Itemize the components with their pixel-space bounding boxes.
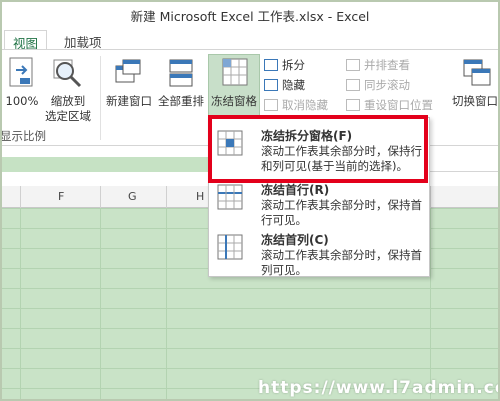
zoom-to-selection-button[interactable]: 缩放到 选定区域 bbox=[40, 94, 96, 124]
freeze-panes-icon bbox=[222, 58, 248, 86]
column-header-g[interactable]: G bbox=[128, 190, 137, 203]
freeze-top-row-icon bbox=[217, 184, 243, 210]
freeze-first-column-icon bbox=[217, 234, 243, 260]
column-divider bbox=[100, 186, 101, 208]
grid-line bbox=[430, 208, 431, 401]
group-label-zoom: 显示比例 bbox=[0, 129, 46, 143]
hide-icon bbox=[264, 79, 278, 91]
column-divider bbox=[166, 186, 167, 208]
tab-addins[interactable]: 加载项 bbox=[56, 30, 110, 50]
sync-scroll-icon bbox=[346, 79, 360, 91]
split-button[interactable]: 拆分 bbox=[264, 56, 305, 74]
menu-item-title: 冻结首行(R) bbox=[261, 183, 330, 197]
unhide-button[interactable]: 取消隐藏 bbox=[264, 96, 328, 114]
zoom-100-button[interactable]: 100% bbox=[4, 94, 40, 109]
column-divider bbox=[20, 186, 21, 208]
view-side-by-side-button[interactable]: 并排查看 bbox=[346, 56, 410, 74]
watermark: https://www.l7admin.cc bbox=[258, 378, 500, 398]
menu-item-desc: 滚动工作表其余部分时，保持首行可见。 bbox=[261, 198, 422, 227]
column-header-h[interactable]: H bbox=[196, 190, 204, 203]
ribbon-tabs: 视图 加载项 bbox=[0, 28, 500, 51]
reset-position-icon bbox=[346, 99, 360, 111]
reset-window-position-button[interactable]: 重设窗口位置 bbox=[346, 96, 433, 114]
arrange-all-button[interactable]: 全部重排 bbox=[154, 94, 208, 109]
group-separator bbox=[100, 56, 101, 140]
split-icon bbox=[264, 59, 278, 71]
title-bar: 新建 Microsoft Excel 工作表.xlsx - Excel bbox=[0, 0, 500, 28]
column-divider bbox=[430, 186, 431, 208]
menu-item-freeze-first-column[interactable]: 冻结首列(C) 滚动工作表其余部分时，保持首列可见。 bbox=[209, 226, 429, 278]
selected-row-strip bbox=[0, 157, 210, 172]
sync-scroll-button[interactable]: 同步滚动 bbox=[346, 76, 410, 94]
new-window-button[interactable]: 新建窗口 bbox=[102, 94, 156, 109]
zoom-100-icon bbox=[9, 57, 33, 87]
menu-item-title: 冻结首列(C) bbox=[261, 233, 329, 247]
window-title: 新建 Microsoft Excel 工作表.xlsx - Excel bbox=[130, 9, 370, 24]
grid-line bbox=[20, 208, 21, 401]
zoom-to-selection-icon bbox=[53, 59, 82, 88]
unhide-icon bbox=[264, 99, 278, 111]
grid-line bbox=[166, 208, 167, 401]
column-header-f[interactable]: F bbox=[58, 190, 64, 203]
switch-windows-icon bbox=[463, 59, 491, 86]
side-by-side-icon bbox=[346, 59, 360, 71]
arrange-all-icon bbox=[169, 59, 193, 87]
menu-item-freeze-top-row[interactable]: 冻结首行(R) 滚动工作表其余部分时，保持首行可见。 bbox=[209, 176, 429, 228]
hide-button[interactable]: 隐藏 bbox=[264, 76, 305, 94]
switch-windows-button[interactable]: 切换窗口 bbox=[452, 94, 500, 109]
freeze-panes-button[interactable]: 冻结窗格 bbox=[206, 94, 262, 109]
tab-view[interactable]: 视图 bbox=[4, 30, 48, 51]
new-window-icon bbox=[115, 59, 141, 83]
menu-item-desc: 滚动工作表其余部分时，保持首列可见。 bbox=[261, 248, 422, 277]
grid-line bbox=[100, 208, 101, 401]
annotation-highlight-box bbox=[208, 115, 428, 183]
